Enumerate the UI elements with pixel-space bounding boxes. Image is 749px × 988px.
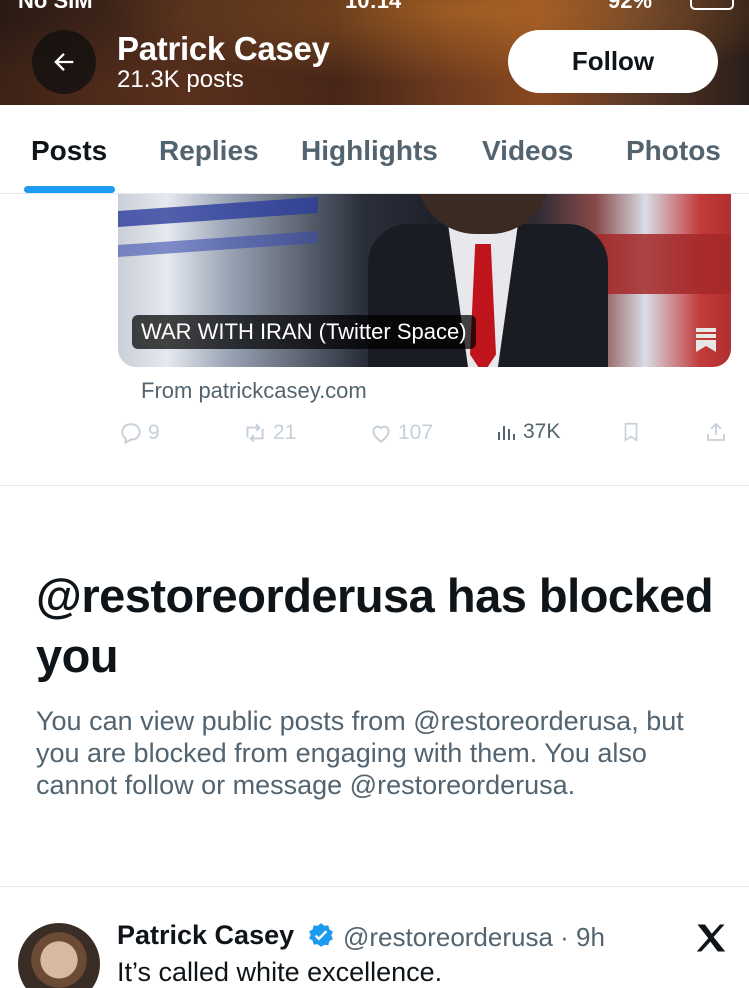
header-post-count: 21.3K posts bbox=[117, 66, 244, 93]
views-count: 37K bbox=[523, 420, 561, 443]
tab-posts[interactable]: Posts bbox=[31, 135, 107, 167]
post-text: It’s called white excellence. bbox=[117, 957, 443, 987]
space-media-card[interactable]: WAR WITH IRAN (Twitter Space) bbox=[118, 194, 731, 367]
active-tab-indicator bbox=[24, 186, 115, 193]
bookmark-icon bbox=[696, 328, 716, 352]
clock: 10:14 bbox=[345, 0, 402, 13]
reply-action[interactable]: 9 bbox=[118, 420, 160, 446]
share-action[interactable] bbox=[704, 420, 728, 444]
tab-videos[interactable]: Videos bbox=[482, 135, 573, 167]
header-profile-name: Patrick Casey bbox=[117, 30, 330, 67]
profile-tabs: Posts Replies Highlights Videos Photos bbox=[0, 105, 749, 194]
bookmark-action[interactable] bbox=[620, 420, 642, 444]
verified-badge-icon bbox=[309, 923, 333, 947]
tab-photos[interactable]: Photos bbox=[626, 135, 721, 167]
flag-stripe bbox=[118, 231, 318, 257]
flag-stripe bbox=[118, 197, 318, 227]
x-logo-icon bbox=[696, 924, 726, 952]
views-action[interactable]: 37K bbox=[495, 420, 560, 444]
blocked-description: You can view public posts from @restoreo… bbox=[36, 706, 684, 800]
battery-percent: 92% bbox=[608, 0, 653, 13]
tab-replies[interactable]: Replies bbox=[159, 135, 259, 167]
link-source[interactable]: From patrickcasey.com bbox=[141, 378, 367, 404]
like-icon bbox=[372, 425, 390, 443]
carrier-label: No SIM bbox=[18, 0, 93, 13]
bookmark-icon bbox=[624, 422, 638, 442]
repost-icon bbox=[246, 423, 264, 443]
blocked-title: @restoreorderusa has blocked you bbox=[36, 569, 714, 682]
share-icon bbox=[707, 422, 725, 441]
like-action[interactable]: 107 bbox=[368, 420, 433, 446]
reply-count: 9 bbox=[148, 421, 160, 444]
avatar[interactable] bbox=[18, 923, 100, 988]
repost-action[interactable]: 21 bbox=[241, 420, 296, 446]
post-handle-time: @restoreorderusa · 9h bbox=[343, 922, 605, 952]
status-bar: No SIM 10:14 92% bbox=[0, 0, 749, 13]
repost-count: 21 bbox=[273, 421, 297, 444]
like-count: 107 bbox=[398, 421, 434, 444]
views-icon bbox=[498, 426, 515, 440]
divider bbox=[0, 886, 749, 887]
post-author-name[interactable]: Patrick Casey bbox=[117, 920, 294, 951]
divider bbox=[0, 485, 749, 486]
reply-icon bbox=[121, 423, 141, 445]
media-card-label: WAR WITH IRAN (Twitter Space) bbox=[132, 315, 476, 349]
tab-highlights[interactable]: Highlights bbox=[301, 135, 438, 167]
back-button[interactable] bbox=[32, 30, 96, 94]
back-arrow-icon bbox=[54, 53, 74, 71]
battery-icon bbox=[690, 0, 734, 10]
follow-button[interactable]: Follow bbox=[508, 30, 718, 93]
post-actions: 9 21 107 37K bbox=[0, 420, 749, 460]
